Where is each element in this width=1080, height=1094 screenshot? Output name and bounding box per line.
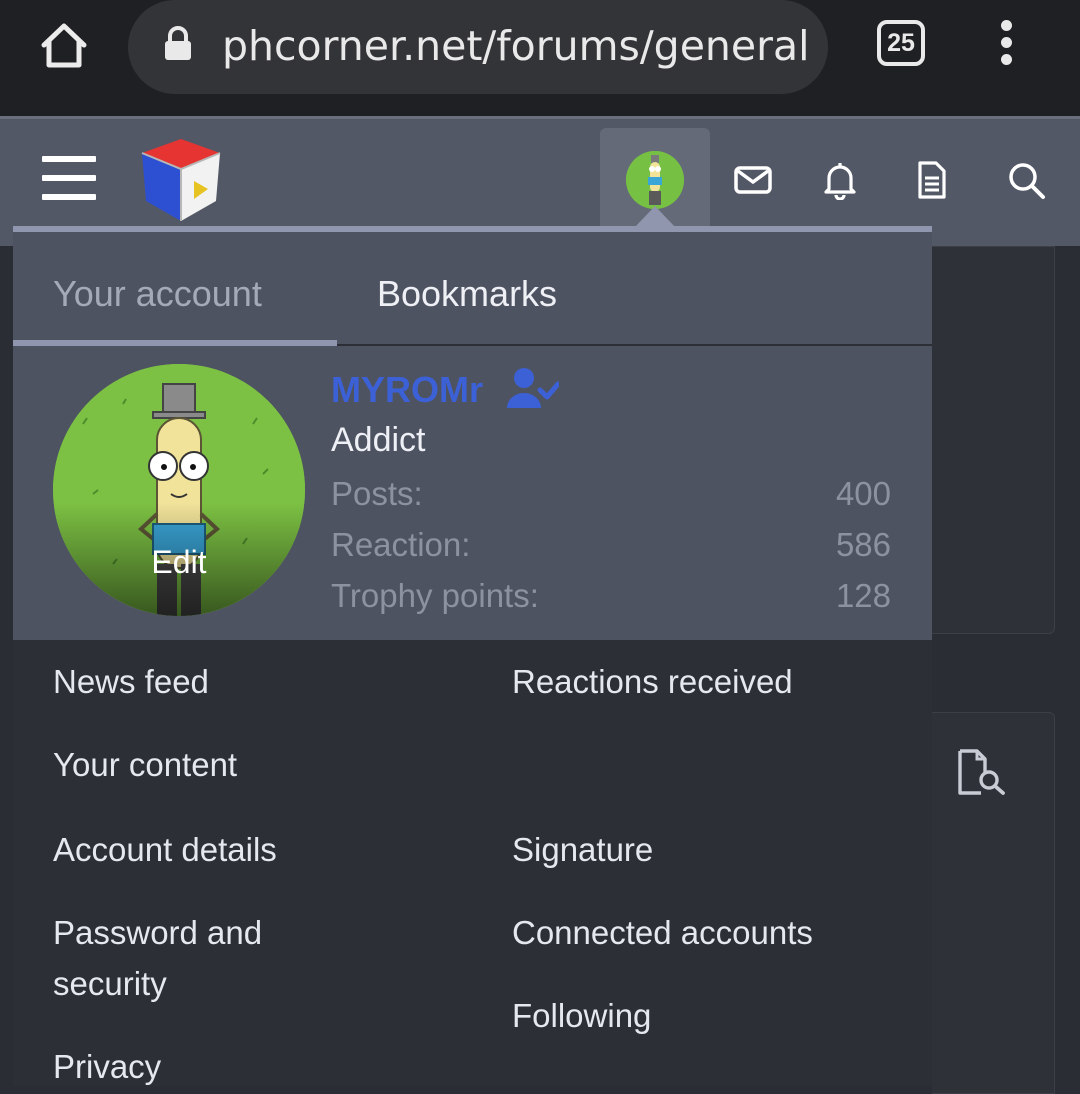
mail-icon[interactable] bbox=[733, 160, 773, 200]
account-dropdown-menu: Your account Bookmarks Edit MYROMr Addic… bbox=[13, 226, 932, 1086]
link-account-details[interactable]: Account details bbox=[53, 824, 277, 875]
stat-trophy-points: Trophy points: 128 bbox=[331, 574, 891, 618]
more-options-icon[interactable] bbox=[996, 20, 1016, 70]
tab-your-account[interactable]: Your account bbox=[53, 272, 262, 316]
user-title: Addict bbox=[331, 421, 426, 459]
stat-value: 400 bbox=[835, 475, 891, 512]
stat-label: Posts: bbox=[331, 475, 423, 512]
hamburger-menu-icon[interactable] bbox=[42, 156, 96, 202]
link-privacy[interactable]: Privacy bbox=[53, 1041, 161, 1092]
edit-avatar-label[interactable]: Edit bbox=[53, 544, 305, 581]
site-logo[interactable] bbox=[136, 135, 226, 225]
avatar-small[interactable] bbox=[626, 151, 684, 209]
address-bar[interactable]: phcorner.net/forums/general bbox=[128, 0, 828, 94]
link-news-feed[interactable]: News feed bbox=[53, 656, 209, 707]
stat-value: 128 bbox=[835, 577, 891, 614]
tab-switcher-button[interactable]: 25 bbox=[877, 20, 925, 66]
avatar[interactable]: Edit bbox=[53, 364, 305, 616]
dropdown-caret bbox=[634, 206, 676, 228]
browser-toolbar: phcorner.net/forums/general 25 bbox=[0, 0, 1080, 116]
stat-label: Reaction: bbox=[331, 526, 471, 563]
stat-posts: Posts: 400 bbox=[331, 472, 891, 516]
bell-icon[interactable] bbox=[820, 160, 860, 200]
stat-reaction: Reaction: 586 bbox=[331, 523, 891, 567]
home-icon[interactable] bbox=[38, 20, 90, 72]
lock-icon bbox=[165, 26, 191, 60]
link-reactions-received[interactable]: Reactions received bbox=[512, 656, 793, 707]
stat-label: Trophy points: bbox=[331, 577, 539, 614]
stat-value: 586 bbox=[835, 526, 891, 563]
document-search-icon[interactable] bbox=[955, 748, 1009, 796]
document-icon[interactable] bbox=[912, 160, 952, 200]
profile-summary: Edit MYROMr Addict Posts: 400 Reaction: … bbox=[13, 346, 932, 640]
menu-tab-row: Your account Bookmarks bbox=[13, 232, 932, 346]
tab-bookmarks[interactable]: Bookmarks bbox=[377, 272, 557, 316]
link-connected-accounts[interactable]: Connected accounts bbox=[512, 907, 813, 958]
url-text: phcorner.net/forums/general bbox=[222, 22, 810, 70]
background-panel bbox=[932, 246, 1055, 634]
username-link[interactable]: MYROMr bbox=[331, 368, 483, 412]
search-icon[interactable] bbox=[1006, 160, 1046, 200]
link-following[interactable]: Following bbox=[512, 990, 651, 1041]
verified-user-icon bbox=[507, 368, 559, 408]
link-your-content[interactable]: Your content bbox=[53, 739, 237, 790]
link-password-security[interactable]: Password and security bbox=[53, 907, 353, 1009]
link-signature[interactable]: Signature bbox=[512, 824, 653, 875]
